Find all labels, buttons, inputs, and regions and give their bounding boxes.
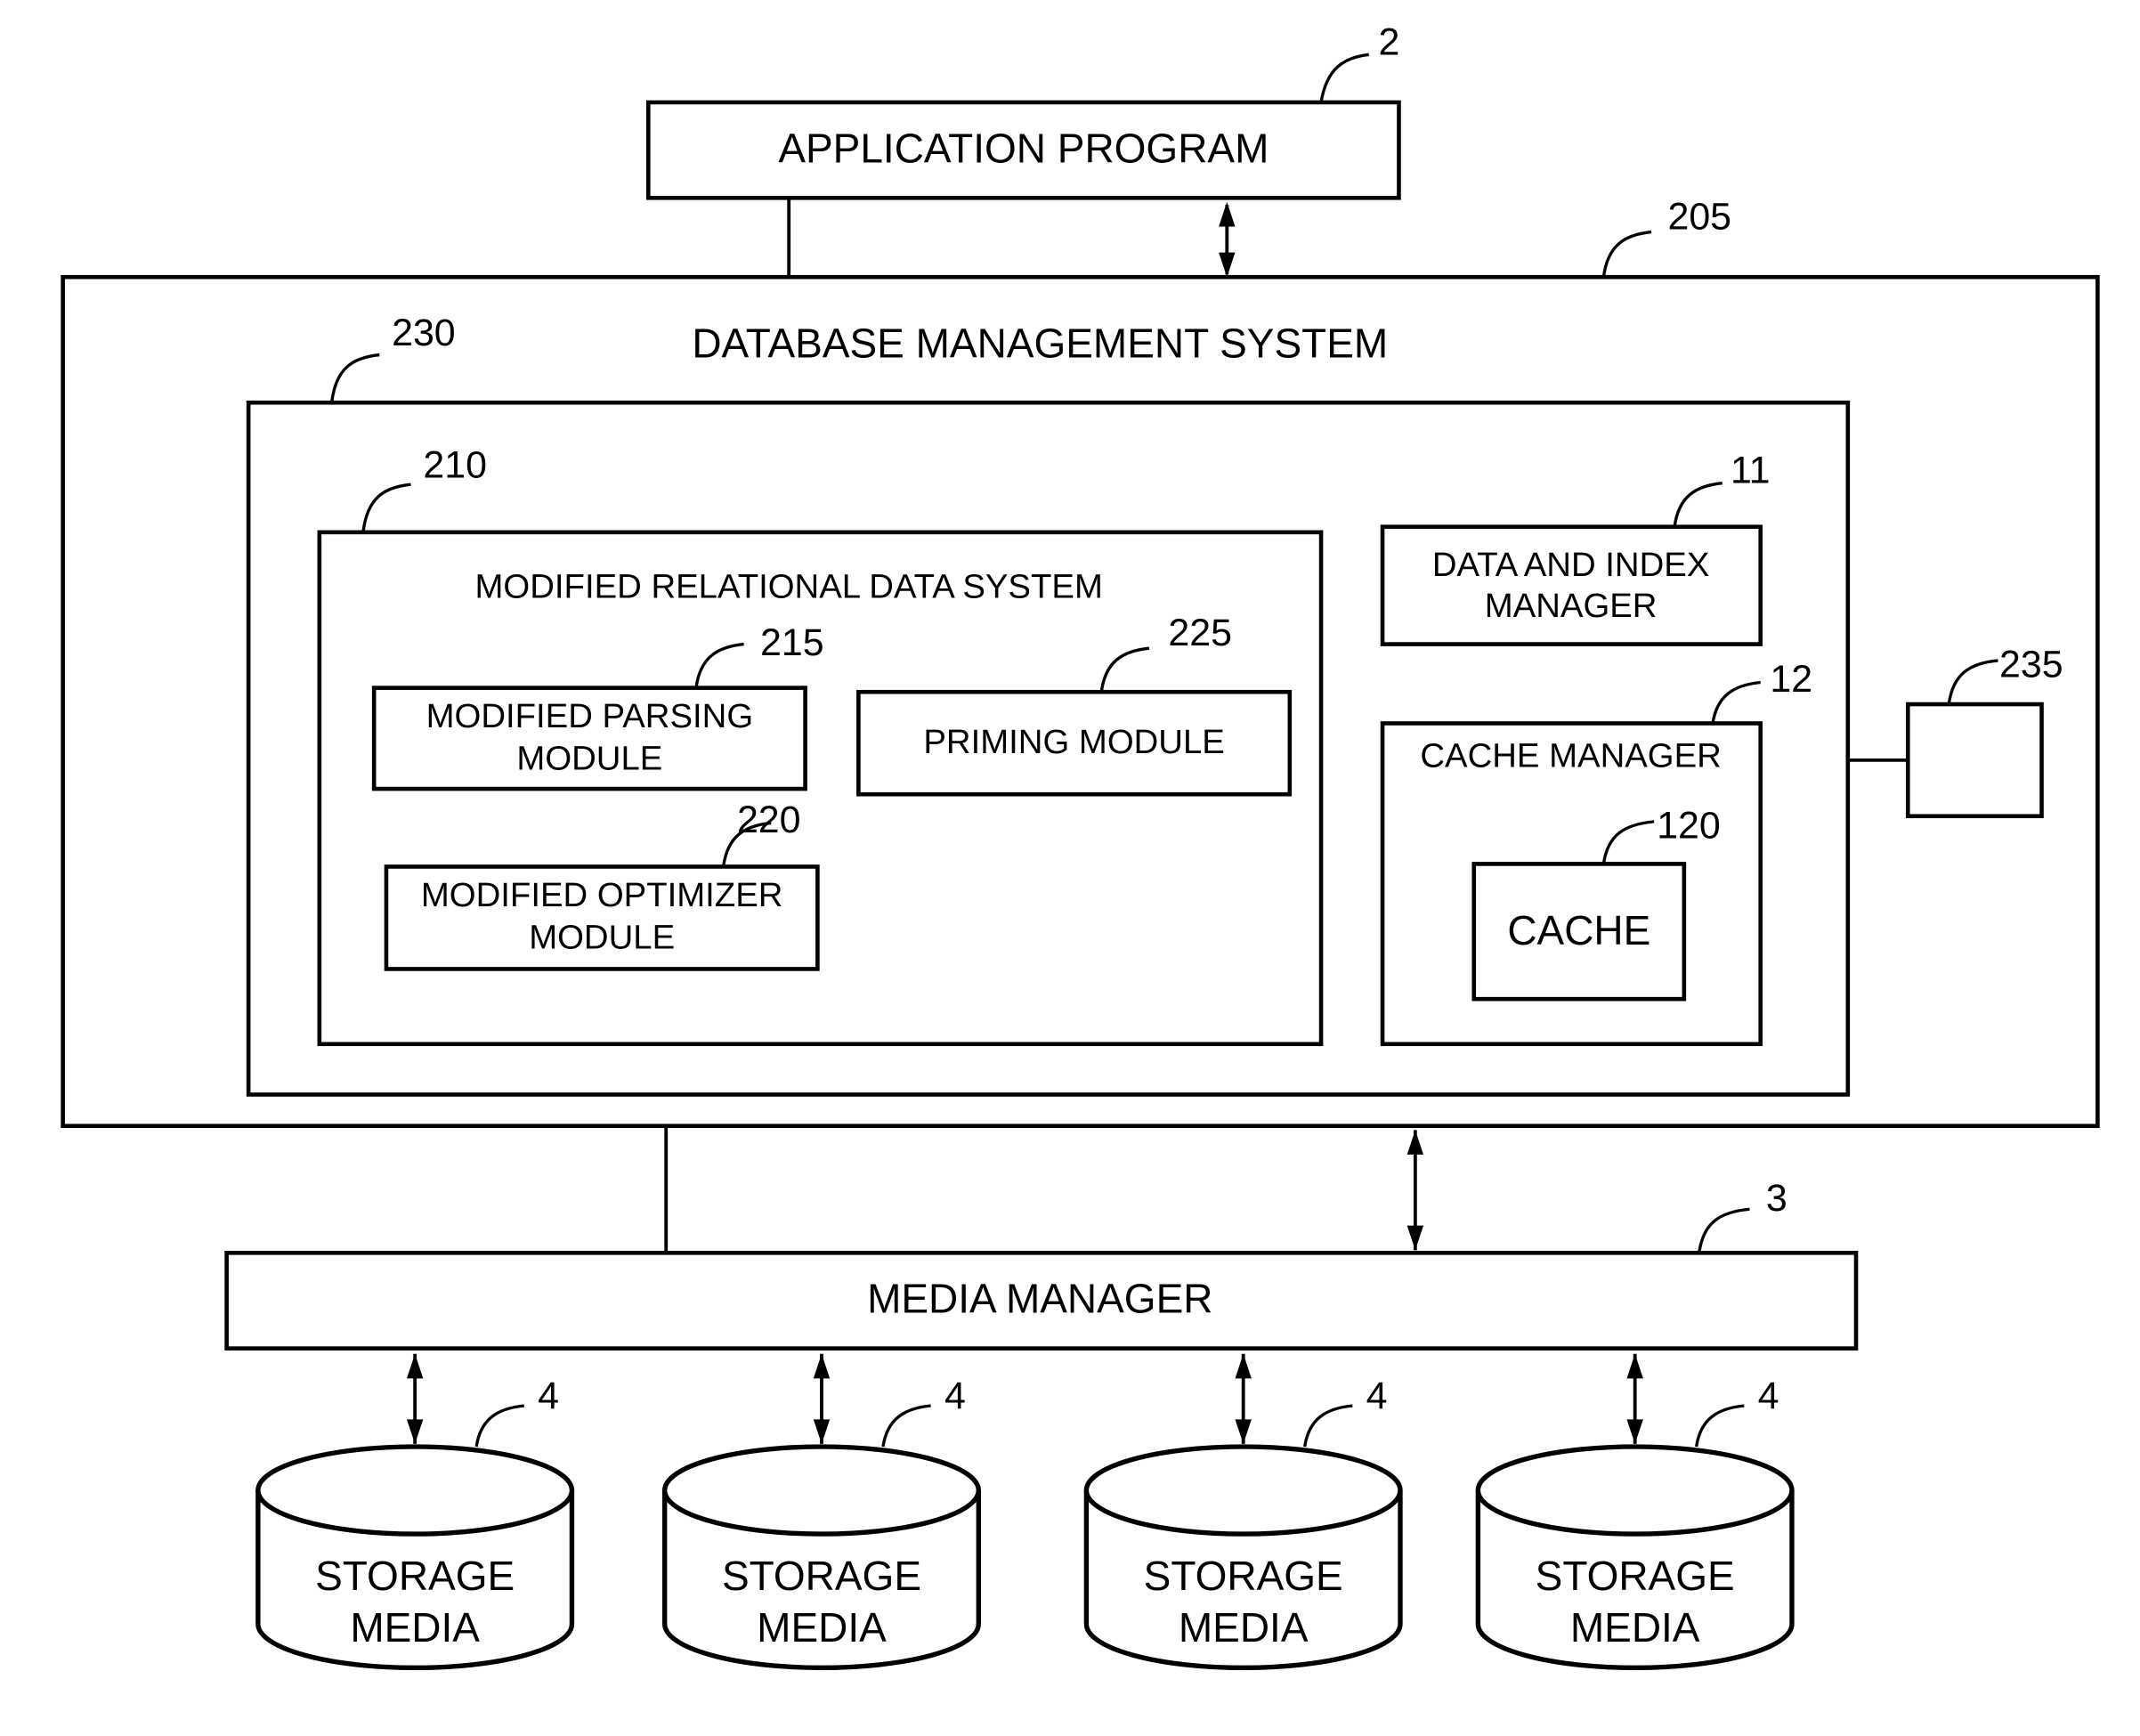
cylinder-top (255, 1444, 575, 1537)
ref-number-215: 215 (760, 621, 824, 664)
parsing-module-line2: MODULE (516, 740, 662, 778)
ref-leader-4 (881, 1404, 931, 1448)
cylinder-top (1083, 1444, 1403, 1537)
cylinder-top (662, 1444, 981, 1537)
storage-media-line2: MEDIA (1179, 1604, 1309, 1651)
ref-number-230: 230 (392, 312, 456, 354)
architecture-diagram: APPLICATION PROGRAM 2 DATABASE MANAGEMEN… (61, 20, 2100, 1671)
media-manager-node: MEDIA MANAGER 3 (224, 1177, 1859, 1351)
ref-number-12: 12 (1770, 658, 1812, 701)
ref-number-4: 4 (538, 1375, 559, 1417)
dbms-label: DATABASE MANAGEMENT SYSTEM (692, 320, 1388, 367)
ref-number-11: 11 (1731, 450, 1771, 492)
data-index-manager-line2: MANAGER (1485, 587, 1658, 625)
ref-number-205: 205 (1667, 196, 1731, 239)
data-index-manager-line1: DATA AND INDEX (1432, 546, 1710, 584)
ref-number-2: 2 (1378, 20, 1399, 63)
ref-leader-4 (1694, 1404, 1745, 1448)
ref-leader-205 (1601, 230, 1652, 278)
storage-media-line2: MEDIA (350, 1604, 480, 1651)
cylinder-top (1475, 1444, 1795, 1537)
modified-relational-data-system-label: MODIFIED RELATIONAL DATA SYSTEM (475, 567, 1103, 605)
storage-media-line1: STORAGE (722, 1553, 921, 1599)
storage-media-node: STORAGE MEDIA 4 (1475, 1353, 1795, 1671)
ref-number-225: 225 (1168, 612, 1232, 654)
cache-label: CACHE (1507, 907, 1650, 953)
ref-number-210: 210 (423, 444, 487, 487)
ref-number-235: 235 (1999, 643, 2063, 685)
cache-manager-label: CACHE MANAGER (1420, 737, 1721, 775)
ref-number-4: 4 (1758, 1375, 1779, 1417)
ref-leader-4 (1303, 1404, 1353, 1448)
ref-leader-4 (474, 1404, 524, 1448)
parsing-module-line1: MODIFIED PARSING (426, 697, 754, 735)
storage-media-line1: STORAGE (315, 1553, 515, 1599)
ref-number-120: 120 (1657, 804, 1721, 847)
storage-media-line2: MEDIA (757, 1604, 887, 1651)
storage-media-node: STORAGE MEDIA 4 (255, 1353, 575, 1671)
ref-number-4: 4 (1366, 1375, 1388, 1417)
ref-leader-2 (1319, 53, 1369, 103)
ref-number-4: 4 (944, 1375, 966, 1417)
storage-media-line2: MEDIA (1570, 1604, 1700, 1651)
storage-media-line1: STORAGE (1536, 1553, 1735, 1599)
ref-number-3: 3 (1766, 1177, 1787, 1220)
priming-module-label: PRIMING MODULE (923, 723, 1224, 761)
storage-media-group: STORAGEMEDIA4STORAGEMEDIA4STORAGEMEDIA4S… (255, 1353, 1795, 1671)
optimizer-module-line1: MODIFIED OPTIMIZER (421, 876, 783, 914)
ref-leader-3 (1698, 1207, 1750, 1253)
optimizer-module-line2: MODULE (529, 918, 675, 956)
storage-media-line1: STORAGE (1144, 1553, 1343, 1599)
storage-media-node: STORAGE MEDIA 4 (1083, 1353, 1403, 1671)
application-program-label: APPLICATION PROGRAM (778, 125, 1269, 171)
storage-media-node: STORAGE MEDIA 4 (662, 1353, 981, 1671)
application-program-node: APPLICATION PROGRAM 2 (645, 20, 1401, 200)
media-manager-label: MEDIA MANAGER (867, 1276, 1212, 1322)
ref-number-220: 220 (737, 799, 801, 841)
